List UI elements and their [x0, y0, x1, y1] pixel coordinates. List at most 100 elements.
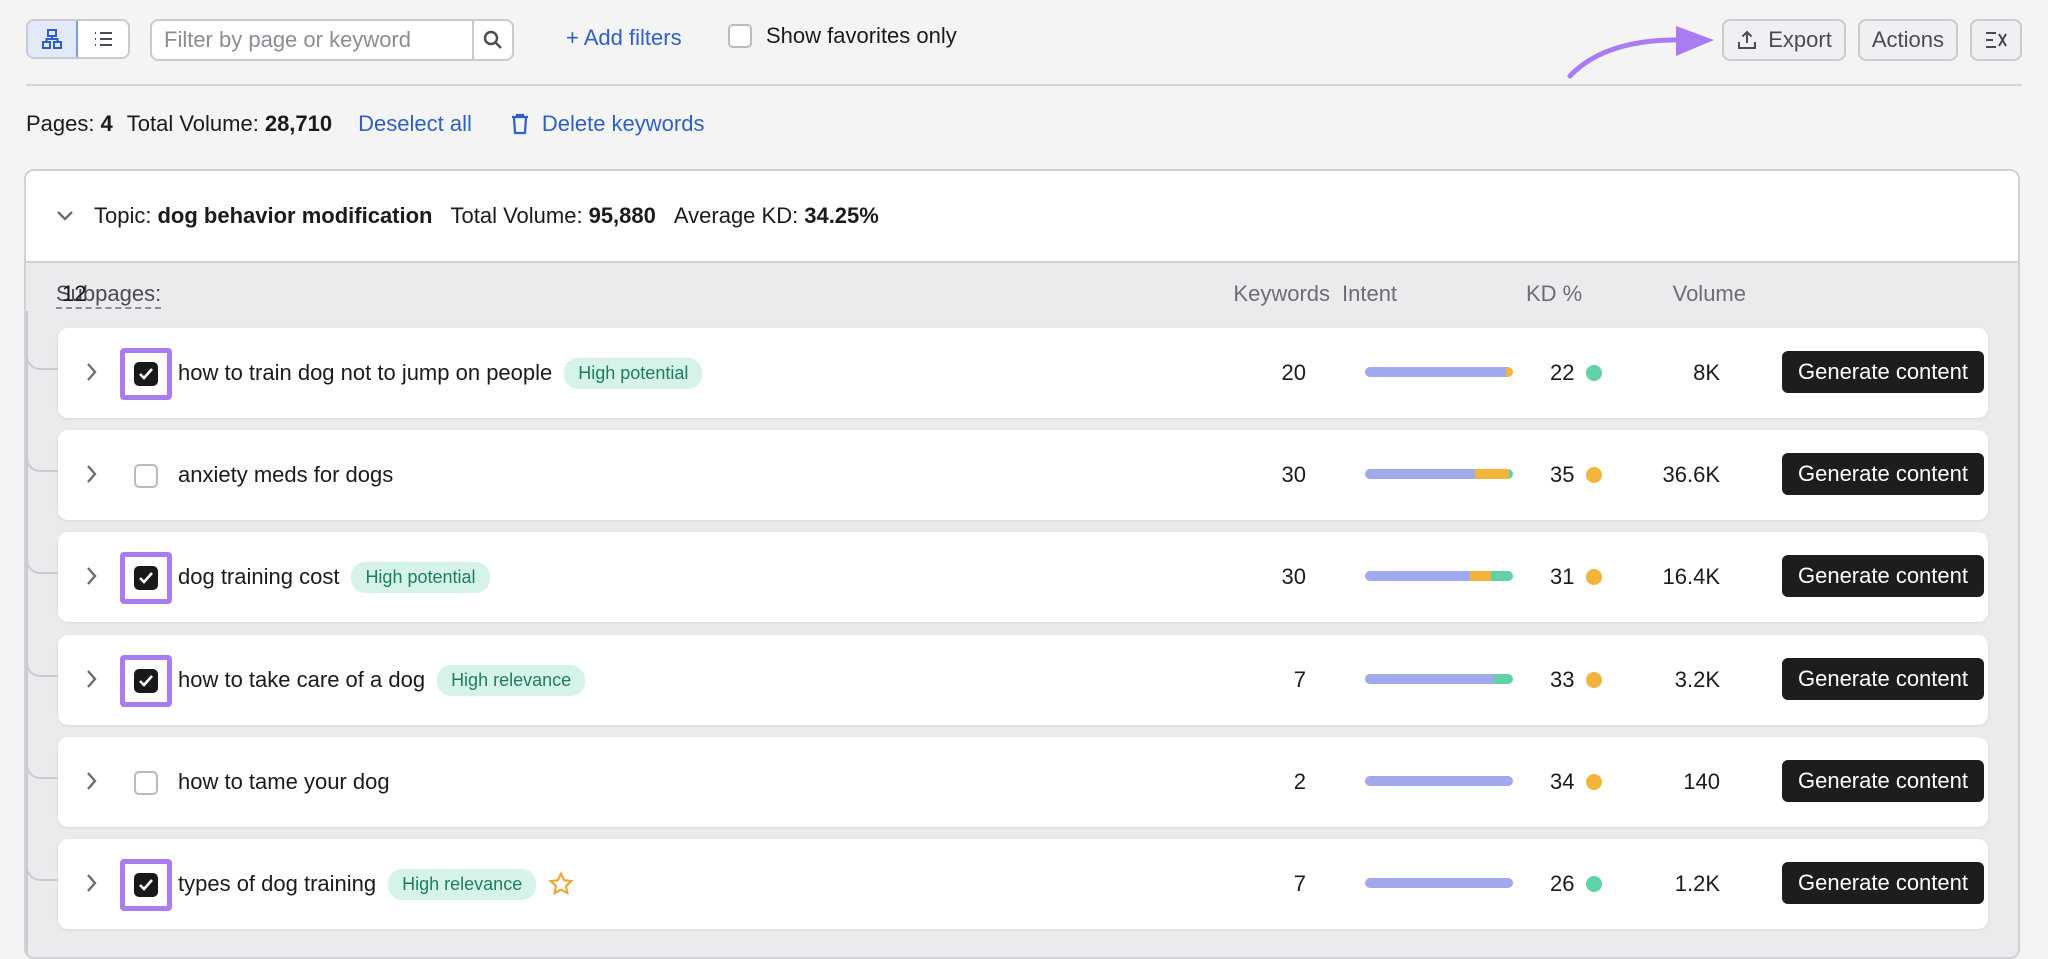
topic-header[interactable]: Topic: dog behavior modification Total V… — [26, 171, 2018, 263]
chevron-right-icon[interactable] — [86, 463, 98, 485]
volume-value: 3.2K — [1674, 667, 1720, 692]
actions-button[interactable]: Actions — [1857, 19, 1958, 61]
intent-segment — [1365, 776, 1513, 786]
keyword-count: 7 — [1293, 667, 1306, 692]
trash-icon — [511, 113, 528, 135]
potential-badge: High potential — [351, 561, 490, 593]
checkbox-box — [134, 464, 158, 488]
tree-connector — [26, 759, 58, 779]
topic-kd-value: 34.25% — [804, 203, 879, 228]
column-keywords[interactable]: Keywords — [1206, 281, 1330, 307]
keyword-text[interactable]: how to train dog not to jump on people — [178, 360, 552, 386]
intent-segment — [1365, 571, 1471, 581]
row-checkbox[interactable] — [120, 655, 172, 707]
row-checkbox[interactable] — [120, 450, 172, 502]
keyword-text[interactable]: how to take care of a dog — [178, 667, 425, 693]
keyword-count: 2 — [1293, 769, 1306, 794]
kd-value: 35 — [1550, 462, 1575, 487]
keyword-cell: how to take care of a dog High relevance — [178, 635, 586, 725]
keyword-cell: types of dog training High relevance — [178, 839, 574, 929]
generate-content-button[interactable]: Generate content — [1782, 453, 1984, 495]
tree-connector — [26, 861, 58, 881]
kd-value: 34 — [1550, 769, 1575, 794]
row-checkbox[interactable] — [120, 757, 172, 809]
keyword-cell: dog training cost High potential — [178, 532, 490, 622]
intent-bar — [1365, 367, 1513, 377]
generate-content-button[interactable]: Generate content — [1782, 760, 1984, 802]
search-box — [150, 19, 514, 61]
keyword-cell: anxiety meds for dogs — [178, 430, 393, 520]
table-row[interactable]: dog training cost High potential 30 31 16.4K… — [26, 532, 1988, 622]
search-button[interactable] — [472, 21, 512, 59]
row-checkbox[interactable] — [120, 552, 172, 604]
keyword-text[interactable]: dog training cost — [178, 564, 339, 590]
row-checkbox[interactable] — [120, 348, 172, 400]
generate-content-button[interactable]: Generate content — [1782, 658, 1984, 700]
column-kd[interactable]: KD % — [1526, 281, 1582, 307]
intent-segment — [1490, 571, 1513, 581]
toolbar-divider — [26, 84, 2022, 86]
potential-badge: High relevance — [388, 868, 537, 900]
keyword-text[interactable]: anxiety meds for dogs — [178, 462, 393, 488]
volume-value: 8K — [1693, 360, 1720, 385]
delete-keywords-link[interactable]: Delete keywords — [510, 111, 704, 137]
subpages-value: 12 — [62, 281, 87, 306]
intent-segment — [1365, 469, 1475, 479]
add-filters-link[interactable]: + Add filters — [566, 25, 682, 51]
row-checkbox[interactable] — [120, 859, 172, 911]
generate-content-button[interactable]: Generate content — [1782, 351, 1984, 393]
show-favorites-toggle[interactable]: Show favorites only — [728, 23, 957, 49]
kd-cell: 26 — [1550, 839, 1603, 929]
collapse-columns-icon — [1986, 32, 2007, 48]
kd-value: 31 — [1550, 564, 1575, 589]
chevron-right-icon[interactable] — [86, 361, 98, 383]
intent-bar — [1365, 878, 1513, 888]
deselect-all-link[interactable]: Deselect all — [358, 111, 472, 137]
potential-badge: High relevance — [437, 664, 586, 696]
keyword-text[interactable]: types of dog training — [178, 871, 376, 897]
kd-value: 22 — [1550, 360, 1575, 385]
keyword-count: 30 — [1281, 462, 1306, 487]
star-icon[interactable] — [548, 871, 574, 897]
table-row[interactable]: types of dog training High relevance 7 26 1.… — [26, 839, 1988, 929]
intent-segment — [1505, 367, 1513, 377]
table-row[interactable]: how to take care of a dog High relevance 7… — [26, 635, 1988, 725]
chevron-right-icon[interactable] — [86, 770, 98, 792]
keyword-cell: how to tame your dog — [178, 737, 390, 827]
table-row[interactable]: how to tame your dog 2 34 140 Generate conte… — [26, 737, 1988, 827]
generate-content-button[interactable]: Generate content — [1782, 862, 1984, 904]
checkmark-icon — [134, 669, 158, 693]
table-row[interactable]: anxiety meds for dogs 30 35 36.6K Generate c… — [26, 430, 1988, 520]
tree-connector — [26, 554, 58, 574]
column-volume[interactable]: Volume — [1626, 281, 1746, 307]
favorites-checkbox[interactable] — [728, 24, 752, 48]
potential-badge: High potential — [564, 357, 703, 389]
checkbox-box — [134, 771, 158, 795]
checkmark-icon — [134, 873, 158, 897]
kd-cell: 34 — [1550, 737, 1603, 827]
columns-settings-button[interactable] — [1970, 19, 2022, 61]
table-header: Subpages: 12 Keywords Intent KD % Volume — [26, 281, 2018, 311]
tree-view-button[interactable] — [28, 21, 78, 57]
search-input[interactable] — [152, 21, 472, 59]
intent-segment — [1470, 571, 1491, 581]
topic-volume-value: 95,880 — [588, 203, 656, 228]
checkmark-icon — [134, 362, 158, 386]
intent-bar — [1365, 776, 1513, 786]
export-button[interactable]: Export — [1722, 19, 1846, 61]
chevron-right-icon[interactable] — [86, 668, 98, 690]
chevron-right-icon[interactable] — [86, 872, 98, 894]
chevron-right-icon[interactable] — [86, 565, 98, 587]
generate-content-button[interactable]: Generate content — [1782, 555, 1984, 597]
list-view-button[interactable] — [78, 21, 128, 57]
keyword-text[interactable]: how to tame your dog — [178, 769, 390, 795]
intent-segment — [1365, 878, 1513, 888]
view-toggle — [26, 19, 130, 59]
intent-bar — [1365, 571, 1513, 581]
chevron-down-icon[interactable] — [56, 210, 74, 222]
column-intent[interactable]: Intent — [1342, 281, 1397, 307]
table-row[interactable]: how to train dog not to jump on people Hi… — [26, 328, 1988, 418]
volume-value: 140 — [1683, 769, 1720, 794]
kd-cell: 33 — [1550, 635, 1603, 725]
list-icon — [95, 32, 112, 46]
